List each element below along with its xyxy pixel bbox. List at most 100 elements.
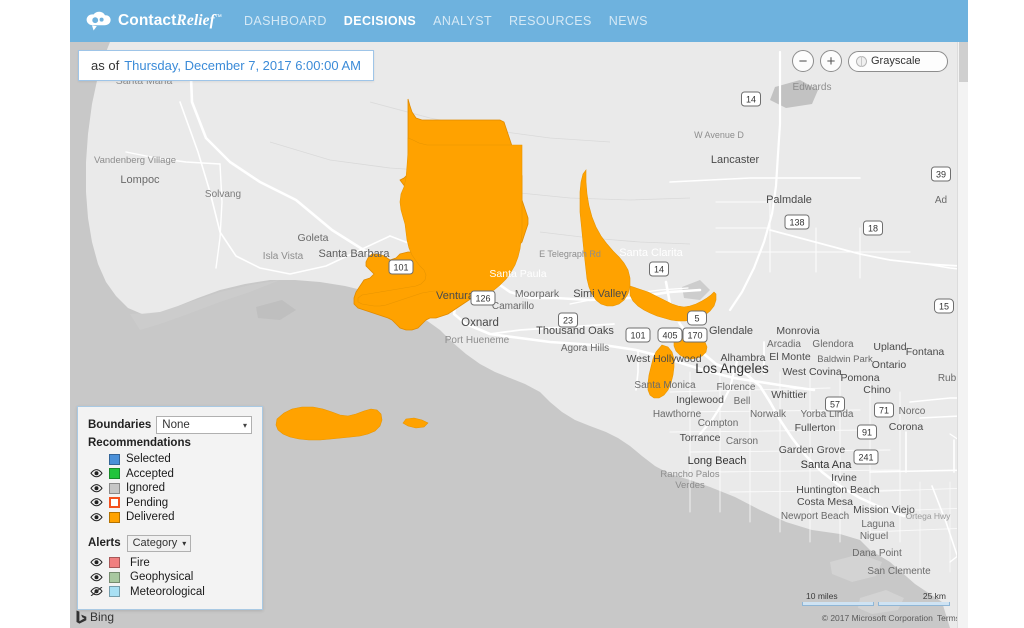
map-city-label: Pomona — [840, 372, 879, 384]
highway-shield: 23 — [558, 312, 578, 328]
legend-label-selected: Selected — [126, 453, 171, 466]
alerts-category-value: Category — [132, 537, 178, 549]
boundaries-value: None — [162, 419, 190, 431]
copyright-text: © 2017 Microsoft Corporation — [821, 613, 933, 623]
map-city-label: Inglewood — [676, 394, 724, 406]
legend-item-accepted[interactable]: Accepted — [88, 467, 252, 482]
app-header: ContactRelief™ DASHBOARD DECISIONS ANALY… — [70, 0, 968, 42]
map-city-label: Torrance — [680, 432, 721, 444]
legend-item-ignored[interactable]: Ignored — [88, 481, 252, 496]
map-city-label: Long Beach — [688, 455, 747, 467]
basemap-selector[interactable]: Grayscale — [848, 50, 948, 72]
eye-visible-icon[interactable] — [89, 558, 103, 567]
boundaries-select[interactable]: None ▾ — [156, 416, 252, 434]
map-city-label: Glendale — [709, 325, 753, 337]
highway-shield: 241 — [853, 449, 879, 465]
scale-bar: 10 miles 25 km — [802, 591, 950, 606]
map-city-label: Newport Beach — [781, 511, 849, 522]
nav-item-resources[interactable]: RESOURCES — [509, 14, 592, 28]
bing-logo-icon — [76, 610, 87, 624]
eye-visible-icon — [89, 498, 103, 507]
highway-shield: 14 — [741, 91, 761, 107]
brand-trademark: ™ — [214, 13, 222, 21]
map-attribution: © 2017 Microsoft Corporation Terms — [822, 613, 960, 623]
map-city-label: San Clemente — [867, 566, 931, 577]
map-scrollbar-thumb[interactable] — [959, 42, 968, 82]
map-city-label: Port Hueneme — [445, 335, 510, 346]
highway-shield-label: 18 — [868, 224, 878, 234]
highway-shield-label: 15 — [939, 302, 949, 312]
alerts-category-select[interactable]: Category ▾ — [126, 534, 192, 552]
highway-shield-label: 71 — [879, 406, 889, 416]
map-city-label: Solvang — [205, 189, 241, 200]
map-city-label: Dana Point — [852, 548, 902, 559]
eye-visible-icon[interactable] — [89, 498, 103, 507]
map-city-label: Ventura — [436, 290, 475, 302]
legend-item-delivered[interactable]: Delivered — [88, 510, 252, 525]
nav-item-analyst[interactable]: ANALYST — [433, 14, 492, 28]
eye-hidden-icon — [89, 587, 103, 597]
alert-item-fire[interactable]: Fire — [88, 556, 252, 571]
eye-visible-icon[interactable] — [89, 469, 103, 478]
map-city-label: E Telegraph Rd — [539, 249, 601, 259]
legend-item-selected[interactable]: Selected — [88, 452, 252, 467]
map-city-label: Lancaster — [711, 154, 760, 166]
highway-shield: 101 — [388, 259, 414, 275]
highway-shield: 14 — [649, 261, 669, 277]
boundaries-label: Boundaries — [88, 419, 152, 431]
legend-swatch-accepted — [109, 468, 120, 480]
map-city-label: Isla Vista — [263, 251, 304, 262]
highway-shield: 405 — [657, 327, 683, 343]
eye-hidden-icon[interactable] — [89, 587, 103, 597]
zoom-in-button[interactable]: + — [820, 50, 842, 72]
highway-shield: 5 — [687, 310, 707, 326]
brand-part1: Contact — [118, 12, 177, 29]
eye-visible-icon[interactable] — [89, 572, 103, 582]
map-city-label: Laguna — [861, 519, 895, 530]
map-city-label: Norwalk — [750, 409, 787, 420]
highway-shield-label: 101 — [630, 331, 645, 341]
map-city-label: Palmdale — [766, 194, 812, 206]
legend-label-pending: Pending — [126, 496, 169, 509]
alert-item-geophysical[interactable]: Geophysical — [88, 570, 252, 585]
highway-shield-label: 126 — [475, 294, 490, 304]
chevron-down-icon: ▾ — [242, 420, 247, 430]
legend-swatch-delivered — [109, 511, 120, 523]
highway-shield: 101 — [625, 327, 651, 343]
legend-label-ignored: Ignored — [126, 482, 166, 495]
eye-visible-icon — [89, 558, 103, 567]
nav-item-decisions[interactable]: DECISIONS — [344, 14, 416, 28]
map-scrollbar[interactable] — [957, 42, 968, 628]
eye-visible-icon — [89, 572, 103, 582]
map-city-label: Moorpark — [515, 288, 560, 300]
highway-shield-label: 405 — [662, 331, 677, 341]
nav-item-dashboard[interactable]: DASHBOARD — [244, 14, 327, 28]
map-city-label: Fullerton — [795, 422, 836, 434]
map-container[interactable]: Santa Maria Vandenberg Village Lompoc Solva… — [70, 42, 968, 628]
brand-logo-group[interactable]: ContactRelief™ — [86, 10, 222, 32]
map-city-label: Santa Ana — [801, 459, 853, 471]
legend-label-delivered: Delivered — [126, 511, 175, 524]
highway-shield-label: 91 — [862, 428, 872, 438]
eye-visible-icon[interactable] — [89, 512, 103, 522]
main-nav: DASHBOARD DECISIONS ANALYST RESOURCES NE… — [244, 14, 648, 28]
map-city-label: Irvine — [831, 472, 857, 484]
legend-item-pending[interactable]: Pending — [88, 496, 252, 511]
highway-shield: 138 — [784, 214, 810, 230]
scale-miles: 10 miles — [806, 591, 838, 601]
highway-shield: 39 — [931, 166, 951, 182]
legend-swatch-selected — [109, 453, 120, 465]
legend-label-accepted: Accepted — [126, 467, 174, 480]
nav-item-news[interactable]: NEWS — [609, 14, 648, 28]
highway-shield-label: 57 — [830, 400, 840, 410]
map-city-label: Hawthorne — [653, 409, 702, 420]
eye-visible-icon[interactable] — [89, 483, 103, 493]
brand-text: ContactRelief™ — [118, 12, 222, 30]
map-city-label: Alhambra — [721, 352, 766, 364]
map-city-label: Huntington Beach — [796, 484, 880, 496]
as-of-date[interactable]: Thursday, December 7, 2017 6:00:00 AM — [124, 58, 361, 73]
alert-item-meteorological[interactable]: Meteorological — [88, 585, 252, 600]
alert-label-geophysical: Geophysical — [130, 571, 194, 584]
zoom-out-button[interactable]: − — [792, 50, 814, 72]
bing-logo[interactable]: Bing — [76, 610, 114, 624]
